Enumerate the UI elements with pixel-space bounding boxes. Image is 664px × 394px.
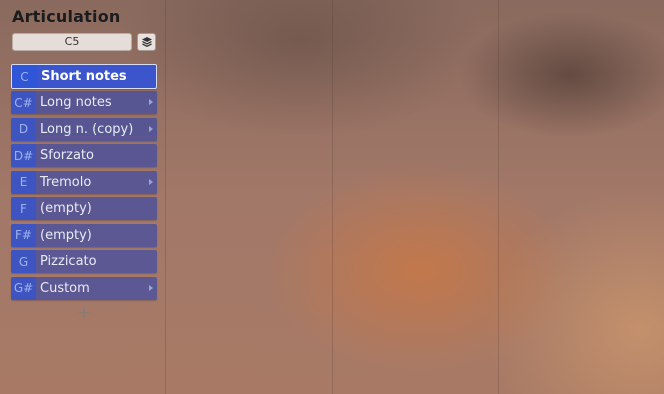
item-key: D [11,117,36,141]
item-label: (empty) [40,227,92,243]
articulation-item[interactable]: E Tremolo [11,170,157,194]
column-divider [498,0,499,394]
item-key: C# [11,91,36,114]
item-key: C [12,65,37,88]
submenu-arrow-icon [149,99,153,105]
articulation-item[interactable]: F (empty) [11,197,157,220]
articulation-item[interactable]: C# Long notes [11,91,157,114]
item-key: D# [11,144,36,167]
articulation-item[interactable]: G Pizzicato [11,250,157,273]
articulation-list: C Short notes C# Long notes D Long n. (c… [11,64,157,303]
articulation-item[interactable]: D# Sforzato [11,144,157,167]
item-label: Sforzato [40,148,94,163]
item-label: Short notes [41,69,127,84]
articulation-item[interactable]: D Long n. (copy) [11,117,157,141]
item-key: G [11,250,36,273]
submenu-arrow-icon [149,284,153,291]
item-label: Pizzicato [40,254,97,269]
note-field[interactable]: C5 [12,33,132,51]
item-label: (empty) [40,201,92,216]
item-label: Custom [40,280,90,296]
plus-icon: + [76,303,92,323]
item-key: G# [11,276,36,300]
item-key: F# [11,223,36,247]
articulation-item[interactable]: G# Custom [11,276,157,300]
item-label: Long n. (copy) [40,121,134,137]
item-label: Tremolo [40,174,92,190]
layers-button[interactable] [137,33,156,51]
item-key: E [11,170,36,194]
column-divider [332,0,333,394]
item-key: F [11,197,36,220]
articulation-item[interactable]: C Short notes [11,64,157,89]
articulation-item[interactable]: F# (empty) [11,223,157,247]
layers-icon [141,36,153,48]
panel-title: Articulation [12,7,121,26]
submenu-arrow-icon [149,125,153,132]
add-articulation-button[interactable]: + [76,303,92,323]
submenu-arrow-icon [149,178,153,185]
item-label: Long notes [40,95,112,110]
column-divider [165,0,166,394]
